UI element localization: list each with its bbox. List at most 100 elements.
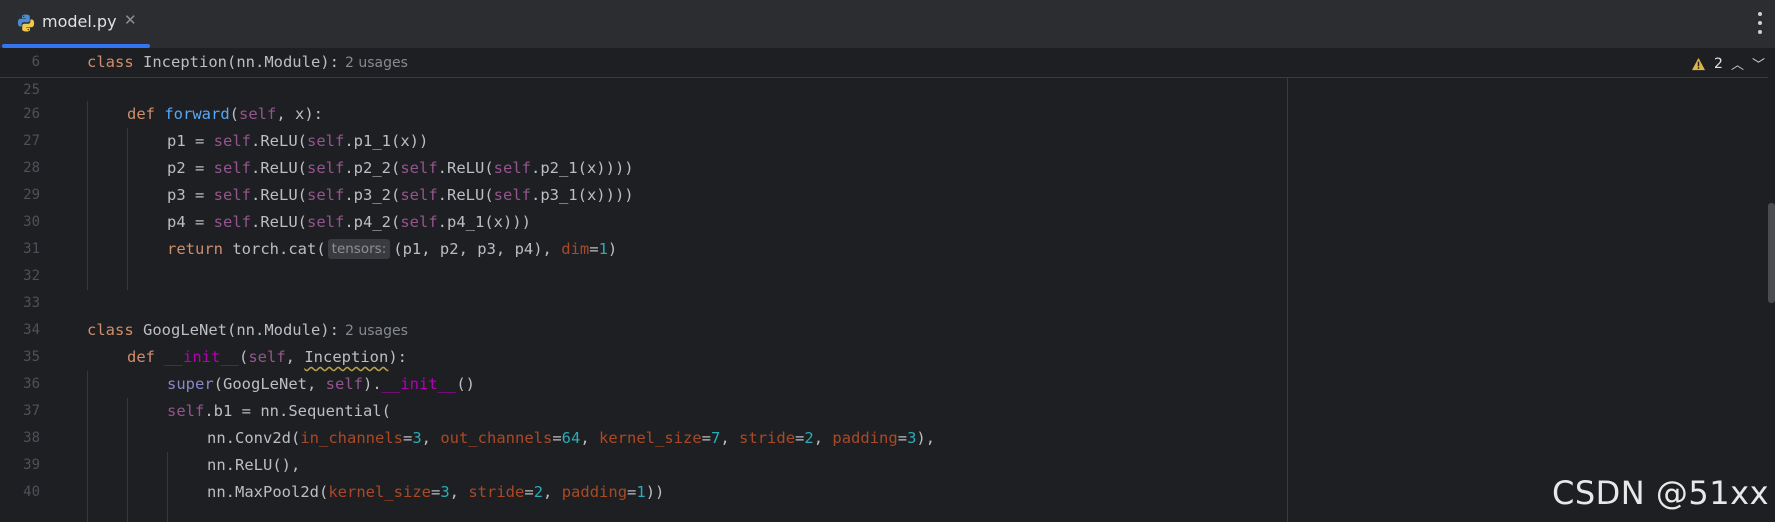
self-keyword: self <box>307 159 345 177</box>
tab-model-py[interactable]: model.py ✕ <box>0 0 150 48</box>
code-fragment: .p2_2( <box>344 159 401 177</box>
keyword-argument: stride <box>468 483 525 501</box>
code-fragment: ( <box>239 348 249 366</box>
line-number: 26 <box>23 106 40 122</box>
keyword: class <box>87 321 134 339</box>
self-keyword: self <box>167 402 205 420</box>
code-line-36[interactable]: super(GoogLeNet, self).__init__() <box>167 371 475 398</box>
line-number: 31 <box>23 241 40 257</box>
code-line-39[interactable]: nn.ReLU(), <box>207 452 300 479</box>
code-fragment: p3 = <box>167 186 214 204</box>
keyword: return <box>167 240 223 258</box>
code-line-27[interactable]: p1 = self.ReLU(self.p1_1(x)) <box>167 128 428 155</box>
code-fragment: , <box>580 429 600 447</box>
code-fragment: (p1, p2, p3, p4), <box>393 240 562 258</box>
code-line-37[interactable]: self.b1 = nn.Sequential( <box>167 398 391 425</box>
self-keyword: self <box>239 105 277 123</box>
code-line-30[interactable]: p4 = self.ReLU(self.p4_2(self.p4_1(x))) <box>167 209 531 236</box>
self-keyword: self <box>400 159 438 177</box>
number-literal: 2 <box>804 429 814 447</box>
code-fragment: .p3_1(x)))) <box>530 186 634 204</box>
code-fragment: .b1 = nn.Sequential( <box>204 402 391 420</box>
code-fragment: .ReLU( <box>251 213 307 231</box>
vertical-scrollbar-thumb[interactable] <box>1768 203 1775 303</box>
keyword-argument: stride <box>739 429 796 447</box>
code-fragment: .p2_1(x)))) <box>530 159 634 177</box>
chevron-down-icon[interactable]: ﹀ <box>1752 54 1765 73</box>
code-fragment: ). <box>362 375 382 393</box>
right-margin-guide <box>1287 77 1288 522</box>
line-number: 39 <box>23 457 40 473</box>
usages-hint[interactable]: 2 usages <box>345 55 408 71</box>
code-line-38[interactable]: nn.Conv2d(in_channels=3, out_channels=64… <box>207 425 935 452</box>
warning-underlined-identifier[interactable]: Inception <box>304 348 388 366</box>
line-number: 38 <box>23 430 40 446</box>
chevron-up-icon[interactable]: ︿ <box>1731 54 1744 73</box>
inspection-widget[interactable]: 2 ︿ ﹀ <box>1691 54 1765 73</box>
sticky-scope-header[interactable]: 6 class Inception(nn.Module): 2 usages <box>0 49 1768 78</box>
line-number: 33 <box>23 295 40 311</box>
close-icon[interactable]: ✕ <box>124 11 137 29</box>
code-fragment: Inception(nn.Module): <box>133 53 339 71</box>
code-fragment: nn.MaxPool2d( <box>207 483 329 501</box>
code-fragment: .ReLU( <box>251 186 307 204</box>
keyword-argument: padding <box>561 483 628 501</box>
code-line-28[interactable]: p2 = self.ReLU(self.p2_2(self.ReLU(self.… <box>167 155 634 182</box>
function-name: forward <box>164 105 230 123</box>
code-line-40[interactable]: nn.MaxPool2d(kernel_size=3, stride=2, pa… <box>207 479 664 506</box>
self-keyword: self <box>248 348 286 366</box>
code-fragment: .ReLU( <box>251 159 307 177</box>
code-fragment: (GoogLeNet, <box>213 375 326 393</box>
code-fragment: () <box>456 375 475 393</box>
code-fragment: nn.Conv2d( <box>207 429 301 447</box>
code-fragment: , <box>813 429 833 447</box>
code-fragment: p1 = <box>167 132 214 150</box>
keyword-argument: kernel_size <box>328 483 431 501</box>
self-keyword: self <box>307 213 345 231</box>
code-line-29[interactable]: p3 = self.ReLU(self.p3_2(self.ReLU(self.… <box>167 182 634 209</box>
builtin: super <box>167 375 214 393</box>
code-line-35[interactable]: def __init__(self, Inception): <box>127 344 407 371</box>
code-fragment: , x): <box>276 105 324 123</box>
code-fragment: .ReLU( <box>437 186 494 204</box>
self-keyword: self <box>325 375 363 393</box>
code-fragment: , <box>285 348 305 366</box>
code-fragment: nn.ReLU(), <box>207 456 301 474</box>
code-editor[interactable]: 6 class Inception(nn.Module): 2 usages 2 … <box>0 49 1775 522</box>
self-keyword: self <box>213 213 251 231</box>
code-fragment: .p4_1(x))) <box>437 213 531 231</box>
code-fragment: ): <box>388 348 408 366</box>
code-fragment: GoogLeNet(nn.Module): <box>133 321 339 339</box>
line-number: 34 <box>23 322 40 338</box>
code-fragment: ), <box>916 429 936 447</box>
number-literal: 1 <box>636 483 646 501</box>
self-keyword: self <box>213 186 251 204</box>
indent-guide <box>87 371 88 522</box>
python-file-icon <box>17 14 35 32</box>
indent-guide <box>127 128 128 290</box>
self-keyword: self <box>400 186 438 204</box>
watermark: CSDN @51xx <box>1552 474 1769 512</box>
number-literal: 3 <box>440 483 450 501</box>
usages-hint[interactable]: 2 usages <box>345 323 408 339</box>
sticky-line-number: 6 <box>31 54 40 70</box>
code-fragment: )) <box>645 483 665 501</box>
code-fragment: .ReLU( <box>251 132 307 150</box>
code-fragment: = <box>589 240 599 258</box>
code-line-34[interactable]: class GoogLeNet(nn.Module): 2 usages <box>87 317 408 345</box>
number-literal: 3 <box>412 429 422 447</box>
number-literal: 2 <box>533 483 544 501</box>
parameter-inlay-hint: tensors: <box>327 239 391 259</box>
keyword: class <box>87 53 134 71</box>
keyword-argument: in_channels <box>300 429 403 447</box>
line-number: 30 <box>23 214 40 230</box>
self-keyword: self <box>213 159 251 177</box>
code-line-26[interactable]: def forward(self, x): <box>127 101 323 128</box>
code-line-31[interactable]: return torch.cat(tensors: (p1, p2, p3, p4… <box>167 236 617 263</box>
more-options-icon[interactable] <box>1753 10 1767 36</box>
number-literal: 7 <box>711 429 721 447</box>
sticky-code: class Inception(nn.Module): 2 usages <box>87 49 408 77</box>
self-keyword: self <box>493 186 531 204</box>
line-number: 32 <box>23 268 40 284</box>
code-fragment: p2 = <box>167 159 214 177</box>
